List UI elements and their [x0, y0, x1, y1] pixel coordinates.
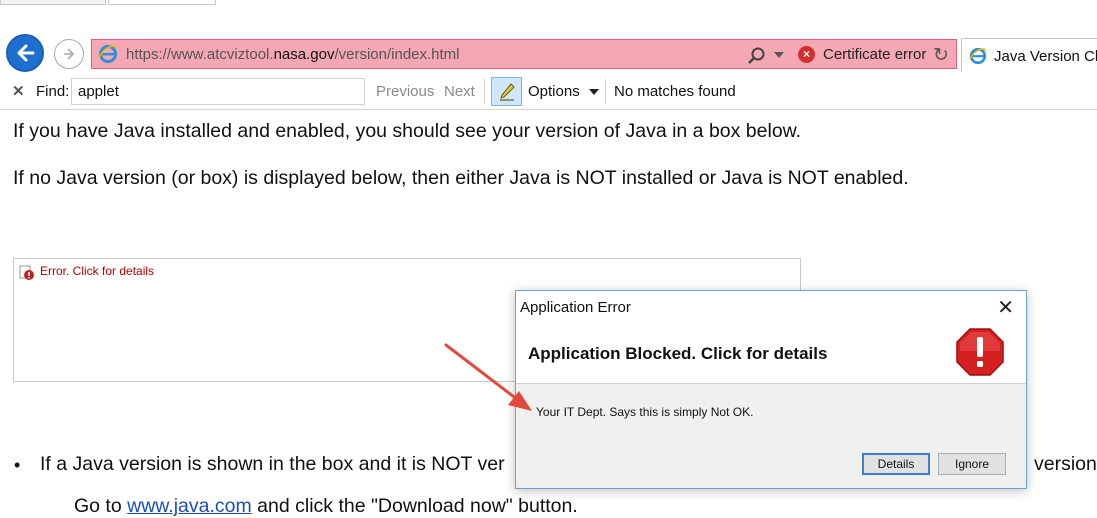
- divider: [484, 79, 485, 104]
- close-icon[interactable]: ✕: [12, 82, 25, 100]
- url-domain: nasa.gov: [273, 46, 335, 63]
- pencil-icon: [499, 82, 515, 101]
- applet-error-link[interactable]: Error. Click for details: [40, 264, 154, 278]
- bullet-text-tail: version.: [1034, 453, 1097, 475]
- url-prefix: https://www.atcviztool.: [126, 46, 274, 63]
- back-button[interactable]: [6, 34, 44, 72]
- bullet-marker: •: [14, 455, 21, 475]
- ie-page-icon: [98, 44, 118, 69]
- background-tab[interactable]: [0, 0, 106, 5]
- dialog-header: Application Blocked. Click for details: [516, 321, 1026, 384]
- certificate-error-icon[interactable]: ×: [798, 46, 815, 63]
- background-tab[interactable]: [108, 0, 216, 5]
- find-input[interactable]: [71, 78, 365, 105]
- java-com-link[interactable]: www.java.com: [127, 495, 252, 517]
- divider: [605, 79, 606, 104]
- dialog-title: Application Error: [520, 299, 631, 316]
- error-octagon-icon: [955, 327, 1005, 382]
- find-bar: ✕ Find: Previous Next Options No matches…: [0, 74, 1097, 110]
- sub-bullet: Go to www.java.com and click the "Downlo…: [74, 495, 578, 518]
- back-arrow-icon: [17, 44, 35, 62]
- error-icon: [19, 265, 35, 286]
- refresh-icon[interactable]: ↻: [933, 44, 949, 67]
- forward-button[interactable]: [54, 39, 84, 69]
- ignore-button[interactable]: Ignore: [938, 453, 1006, 475]
- browser-top-strip: [0, 0, 1097, 36]
- details-button[interactable]: Details: [862, 453, 930, 475]
- find-status: No matches found: [614, 83, 736, 100]
- find-label: Find:: [36, 83, 70, 100]
- search-icon[interactable]: [747, 46, 767, 71]
- address-bar[interactable]: https://www.atcviztool.nasa.gov/version/…: [91, 39, 957, 69]
- ie-tab-icon: [969, 47, 987, 70]
- find-previous-button[interactable]: Previous: [376, 83, 434, 100]
- url-path: /version/index.html: [334, 46, 460, 63]
- address-url[interactable]: https://www.atcviztool.nasa.gov/version/…: [126, 46, 460, 63]
- intro-paragraph: If you have Java installed and enabled, …: [13, 120, 802, 142]
- close-icon[interactable]: ✕: [997, 295, 1014, 320]
- find-next-button[interactable]: Next: [444, 83, 475, 100]
- certificate-error-label[interactable]: Certificate error: [823, 46, 926, 63]
- options-button[interactable]: Options: [528, 83, 580, 100]
- forward-arrow-icon: [64, 48, 75, 60]
- instructions-paragraph: If no Java version (or box) is displayed…: [13, 167, 909, 189]
- sub-bullet-suffix: and click the "Download now" button.: [251, 495, 578, 517]
- dialog-heading[interactable]: Application Blocked. Click for details: [528, 344, 827, 364]
- dialog-message: Your IT Dept. Says this is simply Not OK…: [536, 405, 754, 419]
- tab-label: Java Version Che: [994, 48, 1097, 65]
- chevron-down-icon[interactable]: [589, 89, 599, 95]
- tab-java-version[interactable]: Java Version Che: [961, 38, 1097, 72]
- sub-bullet-prefix: Go to: [74, 495, 128, 517]
- chevron-down-icon[interactable]: [774, 52, 784, 58]
- bullet-text: If a Java version is shown in the box an…: [40, 453, 505, 475]
- dialog-titlebar[interactable]: Application Error ✕: [516, 291, 1026, 321]
- application-error-dialog: Application Error ✕ Application Blocked.…: [515, 290, 1027, 489]
- highlight-matches-button[interactable]: [491, 77, 522, 106]
